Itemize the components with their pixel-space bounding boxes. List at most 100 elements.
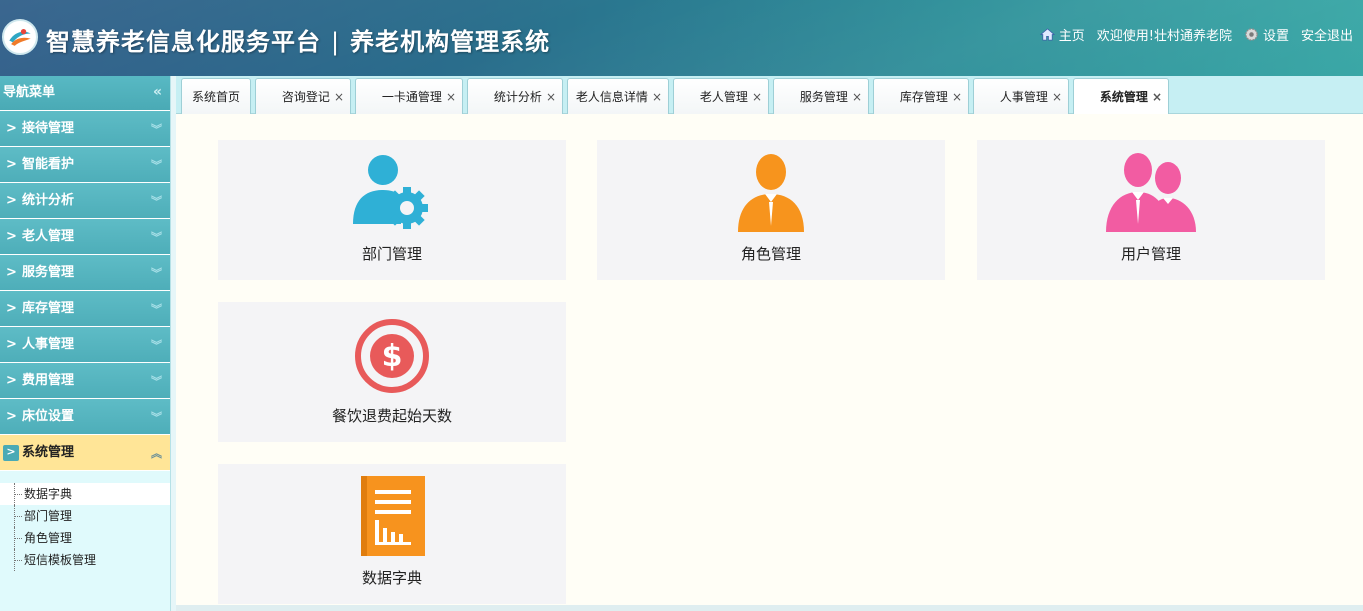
chevron-right-icon: > xyxy=(6,121,17,136)
sidebar-item-label: 人事管理 xyxy=(22,337,75,352)
tab-label: 老人管理 xyxy=(699,90,748,104)
tab-service-management[interactable]: 服务管理 × xyxy=(773,78,869,114)
card-data-dictionary[interactable]: 数据字典 xyxy=(218,464,566,604)
sidebar-item-system[interactable]: > 系统管理 ︽ xyxy=(0,435,170,471)
settings-link[interactable]: 设置 xyxy=(1244,25,1289,44)
chevron-down-icon: ︾ xyxy=(151,411,162,424)
sidebar-item-label: 统计分析 xyxy=(22,193,75,208)
card-role-management[interactable]: 角色管理 xyxy=(597,140,945,280)
sidebar-item-label: 床位设置 xyxy=(22,409,75,424)
home-link[interactable]: 主页 xyxy=(1039,25,1085,44)
platform-logo xyxy=(2,19,38,55)
submenu-item-data-dictionary[interactable]: 数据字典 xyxy=(0,483,170,505)
tab-inventory-management[interactable]: 库存管理 × xyxy=(873,78,969,114)
tab-label: 系统管理 xyxy=(1099,90,1148,104)
tab-close-icon[interactable]: × xyxy=(334,79,344,115)
tab-statistics[interactable]: 统计分析 × xyxy=(467,78,563,114)
sidebar: 导航菜单 « > 接待管理 ︾ > 智能看护 ︾ > 统计分析 ︾ > 老人管理 ︾ > 服务管理… xyxy=(0,76,171,611)
sidebar-item-service[interactable]: > 服务管理 ︾ xyxy=(0,255,170,291)
chevron-right-icon: > xyxy=(6,409,17,424)
submenu-item-sms-template[interactable]: 短信模板管理 xyxy=(0,549,170,571)
home-label: 主页 xyxy=(1058,29,1085,44)
bottom-strip xyxy=(176,605,1363,611)
tab-label: 咨询登记 xyxy=(281,90,330,104)
card-label: 角色管理 xyxy=(740,245,801,263)
collapse-sidebar-icon[interactable]: « xyxy=(153,76,162,109)
tab-close-icon[interactable]: × xyxy=(446,79,456,115)
chevron-right-icon: > xyxy=(6,337,17,352)
sidebar-item-label: 系统管理 xyxy=(22,445,75,460)
submenu-item-department[interactable]: 部门管理 xyxy=(0,505,170,527)
sidebar-item-elderly[interactable]: > 老人管理 ︾ xyxy=(0,219,170,255)
dollar-coin-icon: $ xyxy=(347,310,437,396)
tab-label: 一卡通管理 xyxy=(381,90,442,104)
platform-title: 智慧养老信息化服务平台 xyxy=(46,28,321,56)
nav-menu-title-text: 导航菜单 xyxy=(3,85,56,100)
tab-label: 系统首页 xyxy=(191,90,240,104)
sidebar-item-fees[interactable]: > 费用管理 ︾ xyxy=(0,363,170,399)
chevron-right-icon: > xyxy=(6,157,17,172)
tab-close-icon[interactable]: × xyxy=(952,79,962,115)
card-label: 用户管理 xyxy=(1120,245,1181,263)
sidebar-item-beds[interactable]: > 床位设置 ︾ xyxy=(0,399,170,435)
tab-close-icon[interactable]: × xyxy=(1152,79,1162,115)
role-person-icon xyxy=(726,148,816,234)
top-links: 主页 欢迎使用!壮村通养老院 设置 安全退出 xyxy=(1039,25,1353,44)
chevron-down-icon: ︾ xyxy=(151,375,162,388)
sidebar-item-reception[interactable]: > 接待管理 ︾ xyxy=(0,111,170,147)
chevron-right-icon: > xyxy=(6,265,17,280)
tab-card-management[interactable]: 一卡通管理 × xyxy=(355,78,463,114)
chevron-right-icon: > xyxy=(6,193,17,208)
tab-elderly-detail[interactable]: 老人信息详情 × xyxy=(567,78,669,114)
tab-close-icon[interactable]: × xyxy=(652,79,662,115)
chevron-right-icon: > xyxy=(6,373,17,388)
tab-label: 库存管理 xyxy=(899,90,948,104)
sidebar-item-inventory[interactable]: > 库存管理 ︾ xyxy=(0,291,170,327)
card-user-management[interactable]: 用户管理 xyxy=(977,140,1325,280)
tab-consult-register[interactable]: 咨询登记 × xyxy=(255,78,351,114)
system-title: 养老机构管理系统 xyxy=(350,28,551,56)
svg-text:$: $ xyxy=(382,339,403,374)
card-label: 餐饮退费起始天数 xyxy=(331,407,452,425)
logout-link[interactable]: 安全退出 xyxy=(1301,25,1353,44)
chevron-right-icon: > xyxy=(6,301,17,316)
tab-system-home[interactable]: 系统首页 xyxy=(181,78,251,114)
tab-bar: 系统首页 咨询登记 × 一卡通管理 × 统计分析 × 老人信息详情 × 老人管理 × 服务… xyxy=(176,76,1363,115)
chevron-down-icon: ︾ xyxy=(151,339,162,352)
system-submenu: 数据字典 部门管理 角色管理 短信模板管理 xyxy=(0,471,170,571)
tab-elderly-management[interactable]: 老人管理 × xyxy=(673,78,769,114)
nav-menu-title: 导航菜单 « xyxy=(0,76,170,111)
dictionary-book-icon xyxy=(347,472,437,558)
settings-label: 设置 xyxy=(1262,29,1289,44)
tab-label: 服务管理 xyxy=(799,90,848,104)
chevron-down-icon: ︾ xyxy=(151,123,162,136)
chevron-right-icon: > xyxy=(3,445,19,461)
chevron-up-icon: ︽ xyxy=(151,447,162,460)
tab-personnel-management[interactable]: 人事管理 × xyxy=(973,78,1069,114)
chevron-down-icon: ︾ xyxy=(151,195,162,208)
sidebar-item-smart-care[interactable]: > 智能看护 ︾ xyxy=(0,147,170,183)
tab-label: 老人信息详情 xyxy=(575,90,648,104)
tab-close-icon[interactable]: × xyxy=(1052,79,1062,115)
tab-close-icon[interactable]: × xyxy=(752,79,762,115)
tab-label: 统计分析 xyxy=(493,90,542,104)
users-group-icon xyxy=(1106,148,1196,234)
home-icon xyxy=(1039,28,1055,41)
chevron-right-icon: > xyxy=(6,229,17,244)
gear-icon xyxy=(1245,28,1258,41)
tab-system-management[interactable]: 系统管理 × xyxy=(1073,78,1169,115)
card-label: 部门管理 xyxy=(361,245,422,263)
tab-label: 人事管理 xyxy=(999,90,1048,104)
chevron-down-icon: ︾ xyxy=(151,159,162,172)
card-department-management[interactable]: 部门管理 xyxy=(218,140,566,280)
welcome-text: 欢迎使用!壮村通养老院 xyxy=(1096,29,1232,44)
card-meal-refund-days[interactable]: $ 餐饮退费起始天数 xyxy=(218,302,566,442)
submenu-item-role[interactable]: 角色管理 xyxy=(0,527,170,549)
card-label: 数据字典 xyxy=(361,569,422,587)
sidebar-item-label: 接待管理 xyxy=(22,121,75,136)
sidebar-item-personnel[interactable]: > 人事管理 ︾ xyxy=(0,327,170,363)
tab-close-icon[interactable]: × xyxy=(852,79,862,115)
sidebar-item-statistics[interactable]: > 统计分析 ︾ xyxy=(0,183,170,219)
tab-close-icon[interactable]: × xyxy=(546,79,556,115)
chevron-down-icon: ︾ xyxy=(151,267,162,280)
